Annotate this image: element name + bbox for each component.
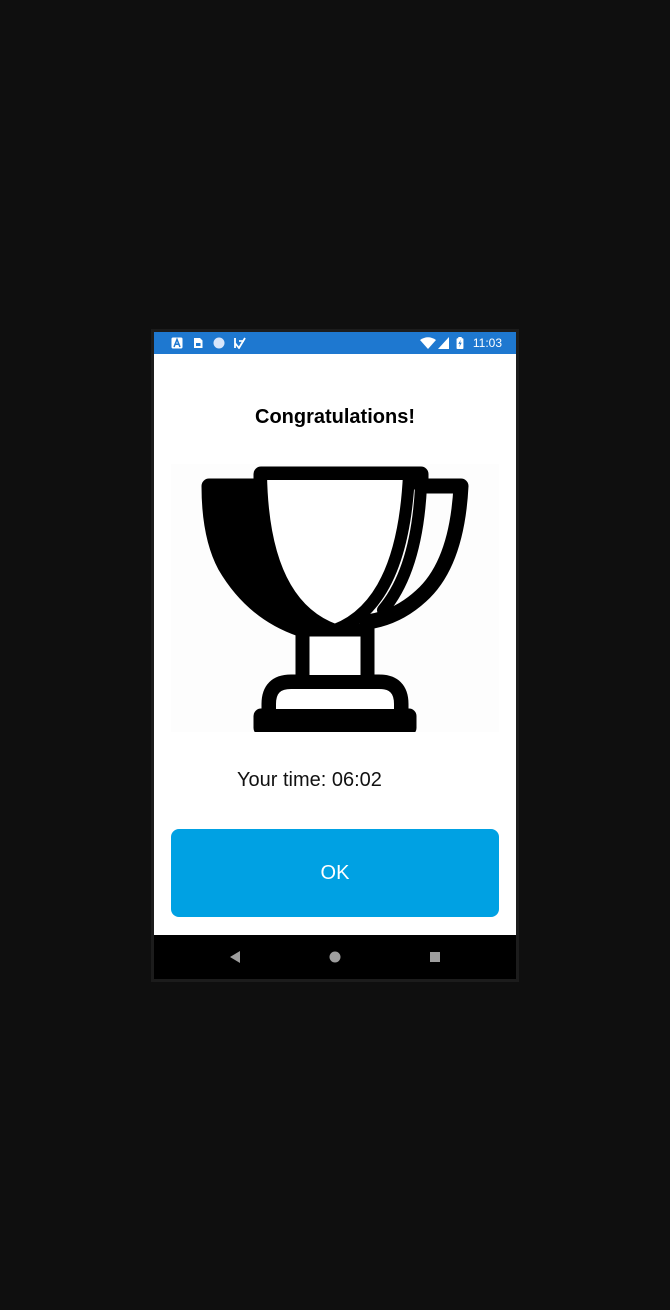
- a-badge-icon: [171, 337, 183, 349]
- back-icon[interactable]: [224, 946, 246, 968]
- time-result: Your time: 06:02: [237, 769, 382, 792]
- wifi-icon: [420, 337, 436, 349]
- trophy-icon: [201, 466, 469, 736]
- ok-button[interactable]: OK: [171, 829, 499, 917]
- recents-icon[interactable]: [424, 946, 446, 968]
- nav-bar: [154, 935, 516, 979]
- time-label: Your time:: [237, 769, 327, 791]
- app-screen: 11:03 Congratulations! Your time: 06:02 …: [154, 332, 516, 979]
- cellular-signal-icon: [438, 337, 449, 349]
- status-bar: 11:03: [154, 332, 516, 354]
- battery-charging-icon: [456, 337, 464, 349]
- status-time: 11:03: [472, 336, 502, 350]
- trophy-image: [171, 464, 499, 736]
- home-icon[interactable]: [324, 946, 346, 968]
- device-frame: 11:03 Congratulations! Your time: 06:02 …: [151, 329, 519, 982]
- time-value: 06:02: [331, 769, 382, 791]
- sim-card-icon: [194, 338, 203, 348]
- check-flag-icon: [234, 337, 246, 349]
- dialog-title: Congratulations!: [255, 406, 415, 428]
- circle-icon: [213, 337, 225, 349]
